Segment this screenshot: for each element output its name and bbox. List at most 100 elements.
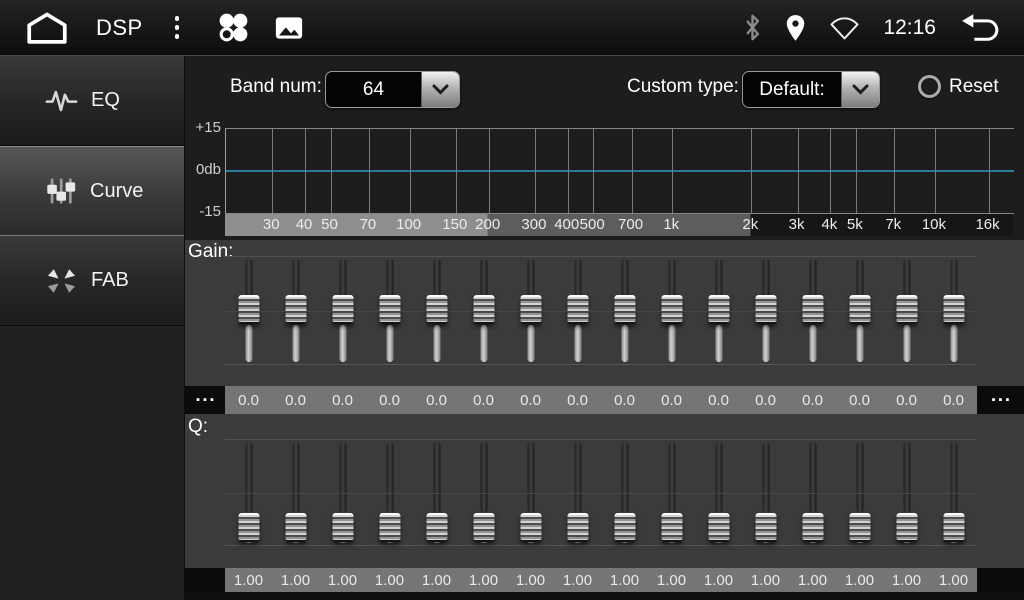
sidebar-item-curve[interactable]: Curve [0,146,184,236]
back-arrow-icon[interactable] [959,12,1004,43]
gain-slider-5[interactable] [426,257,448,364]
slider-knob[interactable] [238,295,259,324]
slider-knob[interactable] [520,513,541,542]
slider-knob[interactable] [285,295,306,324]
slider-knob[interactable] [896,513,917,542]
q-slider-5[interactable] [426,440,448,545]
slider-knob[interactable] [943,513,964,542]
more-bands-left-button[interactable]: ▪▪▪ [185,386,225,414]
slider-knob[interactable] [379,295,400,324]
q-slider-14[interactable] [849,440,871,545]
slider-track-lower [386,325,393,363]
q-slider-11[interactable] [708,440,730,545]
slider-knob[interactable] [614,513,635,542]
q-slider-16[interactable] [943,440,965,545]
q-more-right-button[interactable] [977,568,1024,592]
slider-channel [225,440,272,545]
freq-tick-label: 500 [580,214,605,236]
slider-knob[interactable] [567,295,588,324]
q-slider-7[interactable] [520,440,542,545]
slider-knob[interactable] [614,295,635,324]
slider-knob[interactable] [285,513,306,542]
slider-knob[interactable] [755,295,776,324]
q-slider-6[interactable] [473,440,495,545]
gain-slider-2[interactable] [285,257,307,364]
custom-type-dropdown[interactable]: Default: [742,71,880,108]
slider-knob[interactable] [849,513,870,542]
gain-slider-1[interactable] [238,257,260,364]
freq-axis[interactable]: 304050701001502003004005007001k2k3k4k5k7… [225,214,1013,236]
gain-slider-11[interactable] [708,257,730,364]
gain-slider-8[interactable] [567,257,589,364]
slider-knob[interactable] [379,513,400,542]
q-slider-9[interactable] [614,440,636,545]
q-slider-3[interactable] [332,440,354,545]
gain-slider-16[interactable] [943,257,965,364]
slider-knob[interactable] [708,295,729,324]
slider-knob[interactable] [849,295,870,324]
band-num-dropdown[interactable]: 64 [325,71,460,108]
q-slider-12[interactable] [755,440,777,545]
gain-slider-12[interactable] [755,257,777,364]
slider-knob[interactable] [661,295,682,324]
slider-knob[interactable] [755,513,776,542]
slider-knob[interactable] [943,295,964,324]
q-value: 1.00 [789,568,836,592]
gain-slider-7[interactable] [520,257,542,364]
top-bar: DSP 12:16 [0,0,1024,56]
q-slider-2[interactable] [285,440,307,545]
q-slider-15[interactable] [896,440,918,545]
slider-knob[interactable] [896,295,917,324]
slider-channel [413,440,460,545]
clover-apps-icon[interactable] [215,9,252,46]
slider-knob[interactable] [708,513,729,542]
slider-knob[interactable] [567,513,588,542]
slider-knob[interactable] [520,295,541,324]
q-slider-10[interactable] [661,440,683,545]
q-slider-8[interactable] [567,440,589,545]
chevron-down-icon[interactable] [841,72,879,107]
home-icon[interactable] [24,11,70,45]
slider-knob[interactable] [661,513,682,542]
slider-knob[interactable] [238,513,259,542]
gallery-icon[interactable] [274,15,304,41]
chevron-down-icon[interactable] [421,72,459,107]
q-value: 1.00 [836,568,883,592]
q-slider-13[interactable] [802,440,824,545]
kebab-menu-icon[interactable] [171,12,184,43]
q-value: 1.00 [319,568,366,592]
q-more-left-button[interactable] [185,568,225,592]
gain-slider-15[interactable] [896,257,918,364]
plot-gridline [305,129,306,213]
slider-knob[interactable] [802,295,823,324]
gain-slider-13[interactable] [802,257,824,364]
more-bands-right-button[interactable]: ▪▪▪ [977,386,1024,414]
slider-channel [554,257,601,364]
q-value: 1.00 [272,568,319,592]
slider-track-lower [668,325,675,363]
gain-slider-4[interactable] [379,257,401,364]
fab-arrows-icon [45,266,78,296]
slider-knob[interactable] [332,513,353,542]
gain-value: 0.0 [742,386,789,414]
slider-knob[interactable] [426,295,447,324]
slider-knob[interactable] [332,295,353,324]
gain-slider-6[interactable] [473,257,495,364]
sidebar-item-fab[interactable]: FAB [0,236,184,326]
gain-slider-9[interactable] [614,257,636,364]
slider-track-upper [339,442,346,513]
q-slider-4[interactable] [379,440,401,545]
slider-knob[interactable] [473,513,494,542]
slider-knob[interactable] [802,513,823,542]
gain-slider-10[interactable] [661,257,683,364]
reset-radio-button[interactable] [918,75,941,98]
sidebar-item-eq[interactable]: EQ [0,56,184,146]
slider-track-upper [762,259,769,297]
gain-slider-3[interactable] [332,257,354,364]
slider-knob[interactable] [473,295,494,324]
gain-slider-14[interactable] [849,257,871,364]
slider-knob[interactable] [426,513,447,542]
q-slider-1[interactable] [238,440,260,545]
plot-area[interactable] [225,128,1014,214]
gain-value: 0.0 [836,386,883,414]
